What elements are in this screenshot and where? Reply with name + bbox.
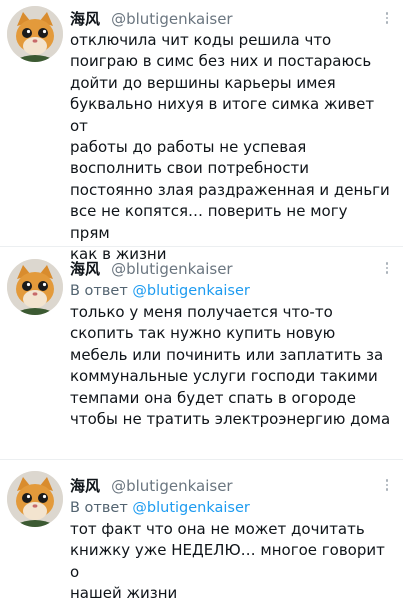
tweet-text: только у меня получается что-то скопить … bbox=[70, 303, 391, 429]
tweet-thread: 海风 @blutigenkaiser отключила чит коды ре… bbox=[0, 0, 403, 604]
tweet-content: 海风 @blutigenkaiser отключила чит коды ре… bbox=[70, 8, 391, 265]
more-options-icon[interactable] bbox=[383, 262, 391, 278]
tweet-content: 海风 @blutigenkaiser В ответ @blutigenkais… bbox=[70, 258, 391, 430]
tweet-text: отключила чит коды решила что поиграю в … bbox=[70, 31, 390, 264]
cat-avatar-icon[interactable] bbox=[7, 6, 63, 62]
tweet[interactable]: 海风 @blutigenkaiser отключила чит коды ре… bbox=[0, 0, 403, 263]
cat-avatar-icon[interactable] bbox=[7, 259, 63, 315]
author-display-name[interactable]: 海风 bbox=[70, 260, 100, 278]
tweet[interactable]: 海风 @blutigenkaiser В ответ @blutigenkais… bbox=[0, 460, 403, 604]
more-options-icon[interactable] bbox=[383, 12, 391, 28]
tweet-header: 海风 @blutigenkaiser bbox=[70, 475, 391, 497]
tweet-text: тот факт что она не может дочитать книжк… bbox=[70, 520, 385, 603]
more-options-icon[interactable] bbox=[383, 479, 391, 495]
reply-context: В ответ @blutigenkaiser bbox=[70, 280, 391, 302]
reply-to-handle-link[interactable]: @blutigenkaiser bbox=[132, 500, 249, 516]
tweet-header: 海风 @blutigenkaiser bbox=[70, 258, 391, 280]
tweet[interactable]: 海风 @blutigenkaiser В ответ @blutigenkais… bbox=[0, 247, 403, 459]
author-handle[interactable]: @blutigenkaiser bbox=[111, 260, 233, 278]
reply-context: В ответ @blutigenkaiser bbox=[70, 497, 391, 519]
reply-prefix: В ответ bbox=[70, 500, 128, 516]
cat-avatar-icon[interactable] bbox=[7, 471, 63, 527]
tweet-header: 海风 @blutigenkaiser bbox=[70, 8, 391, 30]
reply-to-handle-link[interactable]: @blutigenkaiser bbox=[132, 283, 249, 299]
reply-prefix: В ответ bbox=[70, 283, 128, 299]
author-handle[interactable]: @blutigenkaiser bbox=[111, 10, 233, 28]
author-display-name[interactable]: 海风 bbox=[70, 477, 100, 495]
author-display-name[interactable]: 海风 bbox=[70, 10, 100, 28]
tweet-content: 海风 @blutigenkaiser В ответ @blutigenkais… bbox=[70, 475, 391, 605]
author-handle[interactable]: @blutigenkaiser bbox=[111, 477, 233, 495]
